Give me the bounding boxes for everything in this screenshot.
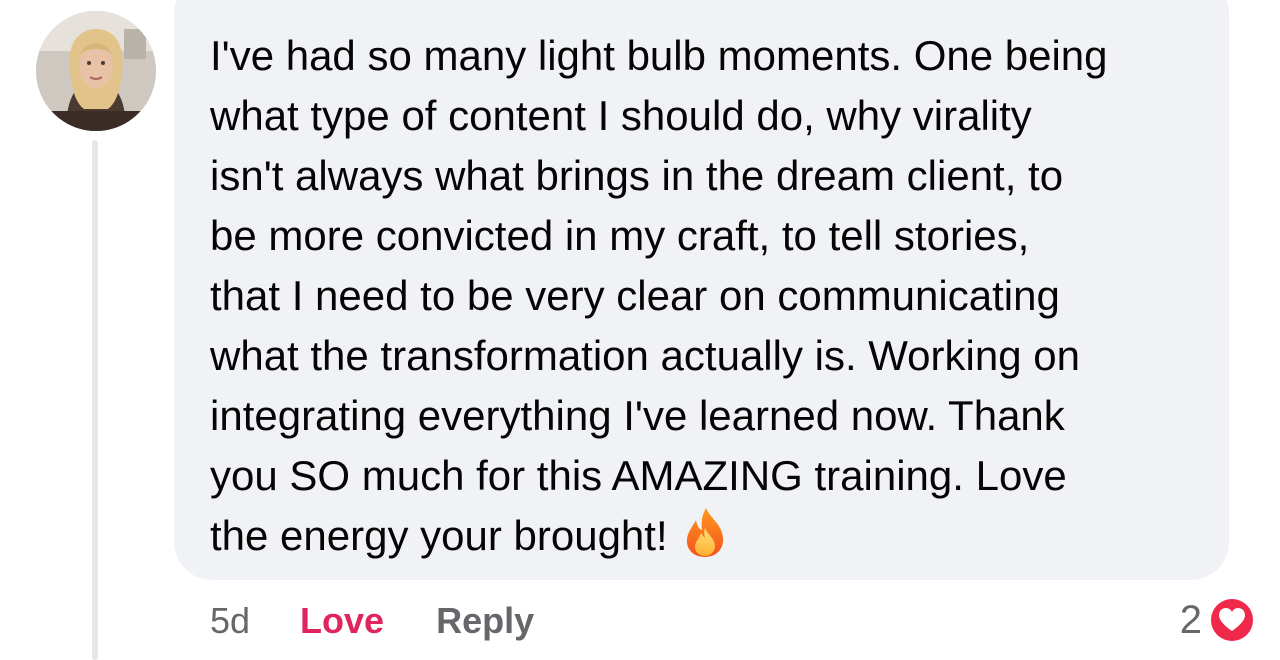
comment-timestamp[interactable]: 5d — [210, 600, 250, 642]
heart-icon — [1209, 597, 1255, 643]
fire-icon — [686, 508, 723, 557]
comment-page: I've had so many light bulb moments. One… — [0, 0, 1280, 660]
love-button[interactable]: Love — [300, 600, 384, 642]
reaction-summary[interactable]: 2 — [1180, 592, 1256, 648]
comment-body: I've had so many light bulb moments. One… — [210, 32, 1108, 559]
reply-button[interactable]: Reply — [436, 600, 534, 642]
thread-line — [92, 140, 98, 660]
comment-text: I've had so many light bulb moments. One… — [210, 26, 1193, 566]
comment-actions: 5d Love Reply — [210, 594, 534, 648]
avatar-image — [36, 11, 156, 131]
reaction-count: 2 — [1179, 597, 1202, 642]
avatar[interactable] — [36, 11, 156, 131]
comment-bubble: I've had so many light bulb moments. One… — [174, 0, 1229, 580]
